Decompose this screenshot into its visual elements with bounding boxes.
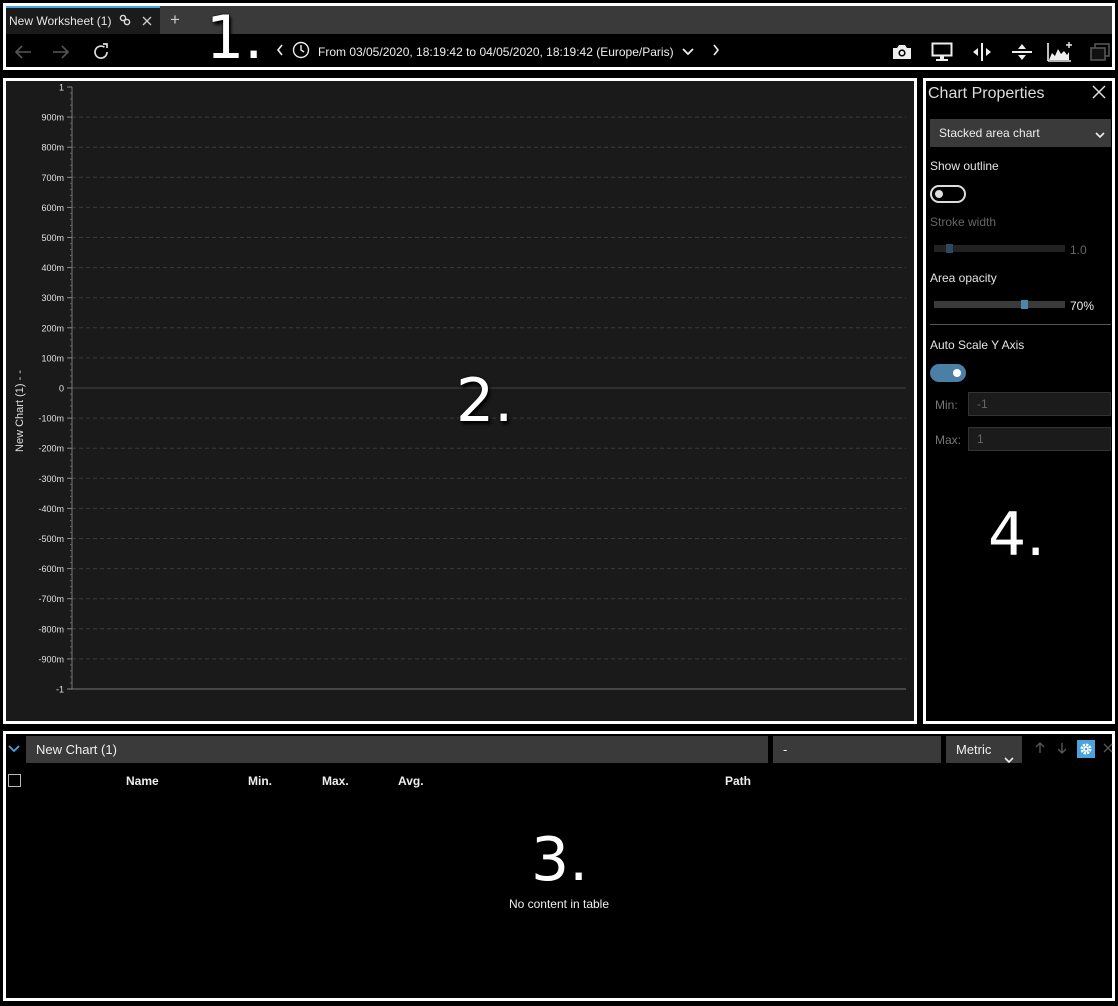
- show-outline-label: Show outline: [930, 159, 999, 173]
- next-range-icon[interactable]: [712, 43, 720, 61]
- annotation-1: 1.: [206, 3, 264, 73]
- auto-scale-toggle[interactable]: [930, 364, 966, 382]
- min-label: Min:: [935, 398, 958, 412]
- back-icon[interactable]: [10, 39, 36, 65]
- chart-type-value: Stacked area chart: [939, 126, 1040, 140]
- area-opacity-slider[interactable]: [934, 300, 1065, 309]
- time-range-text: From 03/05/2020, 18:19:42 to 04/05/2020,…: [318, 45, 674, 59]
- y-tick-label: -700m: [38, 594, 64, 604]
- y-tick-label: 800m: [41, 143, 64, 153]
- y-tick-label: 200m: [41, 323, 64, 333]
- column-header-max[interactable]: Max.: [322, 774, 349, 788]
- settings-gear-icon[interactable]: [1077, 740, 1095, 758]
- area-opacity-label: Area opacity: [930, 271, 997, 285]
- chart-area[interactable]: 1 900m 800m 700m 600m 500m 400m 300m 200m 100m 0 -1…: [3, 78, 917, 724]
- monitor-icon[interactable]: [928, 39, 956, 65]
- slider-thumb[interactable]: [1020, 300, 1028, 309]
- chevron-down-icon: [1095, 128, 1105, 142]
- chevron-down-icon: [1004, 746, 1014, 773]
- close-icon[interactable]: [1092, 85, 1108, 101]
- divider: [930, 324, 1111, 325]
- show-outline-toggle[interactable]: [930, 185, 966, 203]
- add-tab-button[interactable]: +: [164, 8, 186, 32]
- time-range-selector[interactable]: From 03/05/2020, 18:19:42 to 04/05/2020,…: [276, 41, 720, 63]
- split-horizontal-icon[interactable]: [1008, 39, 1036, 65]
- y-tick-label: -600m: [38, 564, 64, 574]
- y-tick-label: 600m: [41, 203, 64, 213]
- y-tick-label: -500m: [38, 534, 64, 544]
- empty-table-message: No content in table: [508, 897, 610, 911]
- clock-icon: [292, 41, 310, 64]
- annotation-2: 2.: [456, 366, 514, 436]
- duplicate-chart-icon[interactable]: [1086, 39, 1114, 65]
- unit-system-select[interactable]: Metric: [946, 736, 1022, 764]
- y-axis-title: New Chart (1) - -: [14, 370, 26, 452]
- y-tick-label: 100m: [41, 353, 64, 363]
- tab-label: New Worksheet (1): [9, 14, 112, 28]
- collapse-chevron-icon[interactable]: [8, 740, 20, 758]
- y-tick-label: -200m: [38, 444, 64, 454]
- y-tick-label: -400m: [38, 504, 64, 514]
- split-vertical-icon[interactable]: [968, 39, 996, 65]
- camera-icon[interactable]: [888, 39, 916, 65]
- y-min-input[interactable]: -1: [968, 392, 1111, 416]
- y-tick-label: -800m: [38, 624, 64, 634]
- tab-worksheet[interactable]: New Worksheet (1): [6, 6, 160, 34]
- area-opacity-value: 70%: [1070, 299, 1095, 313]
- y-tick-label: 1: [59, 83, 64, 93]
- move-up-icon[interactable]: [1035, 742, 1045, 757]
- stroke-width-value: 1.0: [1070, 243, 1087, 257]
- column-header-avg[interactable]: Avg.: [398, 774, 424, 788]
- column-header-name[interactable]: Name: [126, 774, 159, 788]
- annotation-4: 4.: [988, 500, 1046, 570]
- annotation-3: 3.: [531, 825, 589, 895]
- select-all-checkbox[interactable]: [8, 774, 21, 787]
- column-header-path[interactable]: Path: [725, 774, 751, 788]
- prev-range-icon[interactable]: [276, 43, 284, 61]
- stroke-width-label: Stroke width: [930, 215, 997, 229]
- unit-input[interactable]: -: [773, 736, 941, 763]
- y-tick-label: -300m: [38, 474, 64, 484]
- worksheet-header: New Worksheet (1) + From 03/05/2020, 18:…: [3, 3, 1115, 70]
- tab-bar: New Worksheet (1) +: [6, 6, 1112, 34]
- link-icon[interactable]: [119, 14, 131, 29]
- y-tick-label: 0: [59, 384, 64, 394]
- panel-title: Chart Properties: [928, 85, 1045, 102]
- max-label: Max:: [935, 433, 962, 447]
- chart-name-input[interactable]: New Chart (1): [26, 736, 768, 763]
- chevron-down-icon[interactable]: [681, 43, 694, 61]
- close-tab-icon[interactable]: [142, 14, 152, 29]
- unit-system-value: Metric: [956, 742, 992, 757]
- close-icon[interactable]: [1103, 741, 1113, 756]
- y-tick-label: 900m: [41, 113, 64, 123]
- add-chart-icon[interactable]: [1046, 39, 1074, 65]
- move-down-icon[interactable]: [1057, 742, 1067, 757]
- slider-thumb[interactable]: [946, 244, 954, 253]
- y-tick-label: 700m: [41, 173, 64, 183]
- y-max-input[interactable]: 1: [968, 427, 1111, 451]
- toolbar: From 03/05/2020, 18:19:42 to 04/05/2020,…: [6, 34, 1112, 70]
- chart-properties-panel: Chart Properties Stacked area chart Show…: [923, 78, 1115, 724]
- forward-icon[interactable]: [48, 39, 74, 65]
- y-tick-label: -1: [56, 685, 64, 695]
- y-tick-label: 300m: [41, 293, 64, 303]
- auto-scale-label: Auto Scale Y Axis: [930, 338, 1025, 352]
- chart-type-select[interactable]: Stacked area chart: [930, 119, 1111, 147]
- y-tick-label: -900m: [38, 654, 64, 664]
- y-tick-label: 500m: [41, 233, 64, 243]
- column-header-min[interactable]: Min.: [248, 774, 272, 788]
- y-tick-label: 400m: [41, 263, 64, 273]
- stroke-width-slider[interactable]: [934, 244, 1065, 253]
- refresh-icon[interactable]: [88, 39, 114, 65]
- y-tick-label: -100m: [38, 414, 64, 424]
- series-table-panel: New Chart (1) - Metric Name Min. Max. Av…: [3, 731, 1115, 1001]
